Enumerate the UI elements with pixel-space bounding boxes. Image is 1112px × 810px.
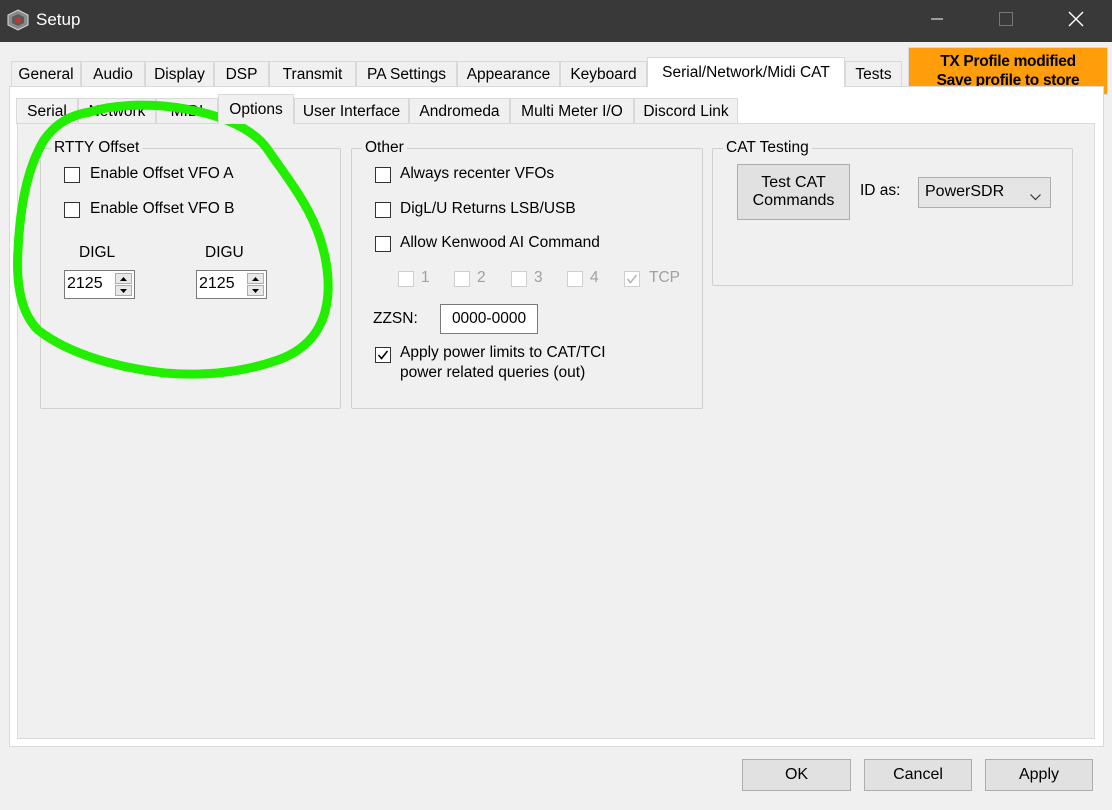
subtab-midi[interactable]: MIDI: [156, 98, 218, 124]
cat-testing-title: CAT Testing: [723, 139, 812, 157]
apply-button[interactable]: Apply: [985, 759, 1093, 791]
subtab-multi-meter-io[interactable]: Multi Meter I/O: [510, 98, 634, 124]
tab-display[interactable]: Display: [145, 61, 214, 87]
arrow-down-icon: [252, 288, 259, 293]
apply-power-limits-label-line2: power related queries (out): [400, 364, 586, 381]
apply-power-limits-checkbox[interactable]: [375, 347, 391, 363]
port-tcp-label: TCP: [649, 269, 680, 286]
window-title: Setup: [36, 10, 81, 29]
digu-spin-down-button[interactable]: [247, 285, 264, 296]
port-3-checkbox[interactable]: [511, 271, 527, 287]
tab-keyboard[interactable]: Keyboard: [560, 61, 647, 87]
port-tcp-checkbox[interactable]: [624, 271, 640, 287]
zzsn-label: ZZSN:: [373, 310, 418, 327]
minimize-icon: [931, 12, 943, 30]
port-1-checkbox[interactable]: [398, 271, 414, 287]
port-4-checkbox[interactable]: [567, 271, 583, 287]
test-cat-commands-button[interactable]: Test CAT Commands: [737, 164, 850, 220]
checkmark-icon: [377, 350, 389, 360]
subtab-discord-link[interactable]: Discord Link: [634, 98, 738, 124]
tab-general[interactable]: General: [11, 61, 81, 87]
always-recenter-vfos-checkbox[interactable]: [375, 167, 391, 183]
tab-transmit[interactable]: Transmit: [269, 61, 356, 87]
close-icon: [1068, 11, 1084, 32]
digl-spin-down-button[interactable]: [115, 285, 132, 296]
allow-kenwood-ai-label: Allow Kenwood AI Command: [400, 234, 600, 251]
enable-offset-vfo-a-label: Enable Offset VFO A: [90, 165, 234, 182]
subtab-serial[interactable]: Serial: [16, 98, 78, 124]
subtab-andromeda[interactable]: Andromeda: [409, 98, 510, 124]
apply-power-limits-label-line1: Apply power limits to CAT/TCI: [400, 344, 606, 361]
rtty-offset-title: RTTY Offset: [51, 139, 143, 157]
tab-serial-network-midi-cat[interactable]: Serial/Network/Midi CAT: [647, 57, 845, 87]
title-bar: Setup: [0, 0, 1112, 42]
digu-input[interactable]: [199, 273, 244, 295]
port-3-label: 3: [534, 269, 543, 286]
id-as-select[interactable]: PowerSDR: [918, 177, 1051, 208]
tab-tests[interactable]: Tests: [845, 61, 902, 87]
enable-offset-vfo-b-checkbox[interactable]: [64, 202, 80, 218]
test-cat-commands-label-line1: Test CAT: [761, 174, 826, 191]
subtab-network[interactable]: Network: [78, 98, 156, 124]
digu-numeric: [196, 270, 267, 299]
digl-input[interactable]: [67, 273, 112, 295]
test-cat-commands-label-line2: Commands: [752, 192, 835, 209]
port-1-label: 1: [421, 269, 430, 286]
digu-label: DIGU: [205, 244, 244, 261]
enable-offset-vfo-a-checkbox[interactable]: [64, 167, 80, 183]
ok-button[interactable]: OK: [742, 759, 851, 791]
digl-label: DIGL: [79, 244, 116, 261]
port-2-label: 2: [477, 269, 486, 286]
tab-appearance[interactable]: Appearance: [457, 61, 560, 87]
digl-spin-up-button[interactable]: [115, 273, 132, 284]
minimize-button[interactable]: [911, 0, 963, 42]
digl-returns-label: DigL/U Returns LSB/USB: [400, 200, 576, 217]
digl-returns-checkbox[interactable]: [375, 202, 391, 218]
zzsn-field[interactable]: 0000-0000: [440, 304, 538, 334]
subtab-user-interface[interactable]: User Interface: [294, 98, 409, 124]
maximize-icon: [999, 11, 1013, 31]
chevron-down-icon: [1030, 188, 1041, 206]
other-title: Other: [362, 139, 407, 157]
tab-pa-settings[interactable]: PA Settings: [356, 61, 457, 87]
always-recenter-vfos-label: Always recenter VFOs: [400, 165, 555, 182]
tx-profile-banner-line1: TX Profile modified: [940, 53, 1076, 70]
id-as-label: ID as:: [860, 182, 901, 199]
app-icon: [7, 9, 29, 31]
arrow-up-icon: [252, 276, 259, 281]
subtab-options[interactable]: Options: [218, 94, 294, 124]
arrow-down-icon: [120, 288, 127, 293]
tab-audio[interactable]: Audio: [81, 61, 145, 87]
arrow-up-icon: [120, 276, 127, 281]
digl-numeric: [64, 270, 135, 299]
maximize-button[interactable]: [980, 0, 1032, 42]
digu-spin-up-button[interactable]: [247, 273, 264, 284]
id-as-selected-value: PowerSDR: [925, 183, 1005, 200]
enable-offset-vfo-b-label: Enable Offset VFO B: [90, 200, 235, 217]
port-2-checkbox[interactable]: [454, 271, 470, 287]
checkmark-icon: [626, 274, 638, 284]
tab-dsp[interactable]: DSP: [214, 61, 269, 87]
port-4-label: 4: [590, 269, 599, 286]
cancel-button[interactable]: Cancel: [864, 759, 972, 791]
close-button[interactable]: [1050, 0, 1102, 42]
allow-kenwood-ai-checkbox[interactable]: [375, 236, 391, 252]
